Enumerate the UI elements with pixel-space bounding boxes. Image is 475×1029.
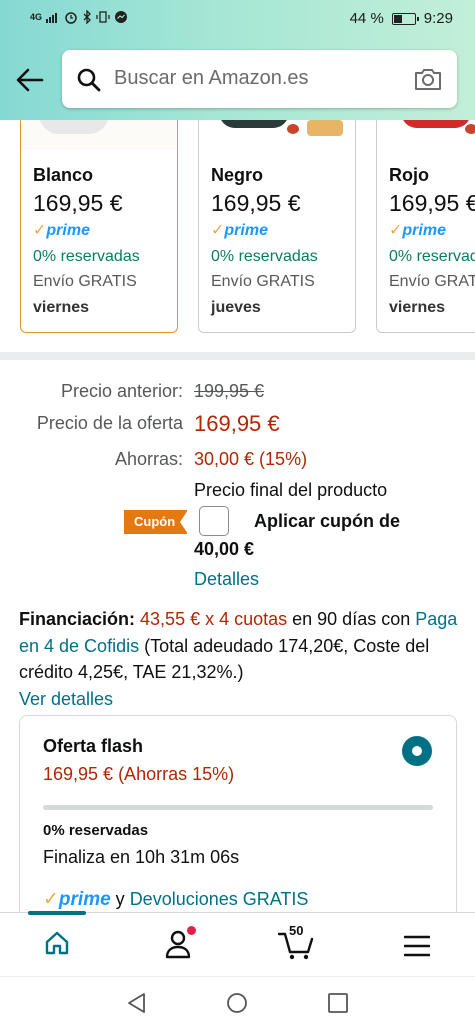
status-icons-right: 44 % 9:29	[350, 10, 453, 27]
offer-countdown: Finaliza en 10h 31m 06s	[43, 847, 240, 867]
battery-icon	[391, 12, 419, 25]
financing-info: Financiación: 43,55 € x 4 cuotas en 90 d…	[19, 606, 459, 712]
color-variant-carousel: Blanco 169,95 € ✓prime 0% reservadas Env…	[0, 120, 475, 345]
variant-delivery-day: viernes	[33, 299, 90, 316]
home-icon	[45, 931, 69, 955]
product-thumbnail	[21, 120, 177, 150]
nav-account[interactable]	[164, 926, 196, 964]
system-navigation-bar	[0, 976, 475, 1029]
search-input[interactable]: Buscar en Amazon.es	[114, 67, 309, 90]
system-home-icon[interactable]	[226, 992, 248, 1014]
status-icons-left: 4G	[30, 10, 128, 24]
battery-fill	[393, 14, 403, 23]
prime-check-icon: ✓	[389, 222, 403, 239]
prime-logo: ✓prime	[211, 222, 268, 239]
signal-label: 4G	[30, 12, 43, 22]
prime-returns-line: ✓prime y Devoluciones GRATIS	[43, 888, 308, 911]
variant-shipping: Envío GRATIS	[33, 273, 137, 290]
claimed-progress-bar	[43, 805, 433, 810]
status-bar: 4G 44 % 9:29	[0, 0, 475, 40]
notification-dot	[187, 926, 196, 935]
variant-claimed: 0% reservadas	[389, 248, 475, 265]
vibrate-icon	[96, 11, 110, 23]
nav-cart[interactable]: 50	[277, 923, 316, 966]
variant-claimed: 0% reservadas	[33, 248, 140, 265]
coupon-checkbox[interactable]	[199, 506, 229, 536]
hamburger-menu-icon	[403, 935, 431, 957]
variant-claimed: 0% reservadas	[211, 248, 318, 265]
variant-shipping: Envío GRATIS	[389, 273, 475, 290]
deal-price-value: 169,95 €	[194, 411, 280, 436]
claimed-percent-label: 0% reservadas	[43, 822, 149, 839]
clock: 9:29	[423, 10, 453, 27]
search-icon	[77, 68, 101, 92]
prime-check-icon: ✓	[211, 222, 225, 239]
search-bar[interactable]: Buscar en Amazon.es	[62, 50, 457, 108]
variant-price: 169,95 €	[211, 190, 301, 216]
variant-price: 169,95 €	[33, 190, 123, 216]
cart-count: 50	[289, 923, 304, 938]
variant-delivery-day: viernes	[389, 299, 446, 316]
prime-logo: ✓prime	[33, 222, 90, 239]
financing-text: en 90 días con	[287, 609, 416, 629]
camera-icon[interactable]	[413, 66, 443, 92]
flash-offer-radio[interactable]	[402, 736, 432, 766]
variant-name: Negro	[211, 165, 264, 185]
prime-check-icon: ✓	[33, 222, 47, 239]
financing-amount: 43,55 € x 4 cuotas	[140, 609, 288, 629]
coupon-amount: 40,00 €	[194, 539, 255, 559]
active-tab-indicator	[28, 911, 86, 915]
apply-coupon-label: Aplicar cupón de	[254, 511, 401, 531]
product-thumbnail	[199, 120, 355, 150]
variant-name: Rojo	[389, 165, 429, 185]
financing-details-link[interactable]: Ver detalles	[19, 686, 459, 713]
nav-home[interactable]	[43, 929, 71, 962]
previous-price-label: Precio anterior:	[60, 381, 183, 401]
system-recents-icon[interactable]	[327, 992, 349, 1014]
prime-logo: ✓prime	[389, 222, 446, 239]
arrow-left-icon	[16, 68, 44, 92]
system-back-icon[interactable]	[126, 992, 148, 1014]
variant-price: 169,95 €	[389, 190, 475, 216]
savings-value: 30,00 € (15%)	[194, 449, 308, 469]
battery-percent: 44 %	[349, 10, 384, 27]
free-returns-link[interactable]: Devoluciones GRATIS	[130, 889, 309, 909]
back-button[interactable]	[14, 64, 46, 96]
prime-check-icon: ✓	[43, 889, 59, 910]
variant-name: Blanco	[33, 165, 94, 185]
financing-label: Financiación:	[19, 609, 136, 629]
previous-price-value: 199,95 €	[194, 381, 265, 401]
coupon-badge: Cupón	[124, 510, 198, 534]
app-header: 4G 44 % 9:29 Buscar en Amazon.es	[0, 0, 475, 120]
bluetooth-icon	[83, 10, 91, 24]
signal-icon	[46, 13, 58, 23]
variant-card-rojo[interactable]: Rojo 169,95 € ✓prime 0% reservadas Envío…	[376, 120, 475, 333]
deal-price-label: Precio de la oferta	[36, 413, 183, 433]
variant-delivery-day: jueves	[211, 299, 261, 316]
variant-shipping: Envío GRATIS	[211, 273, 315, 290]
product-thumbnail	[377, 120, 475, 150]
flash-offer-title: Oferta flash	[43, 736, 144, 756]
section-divider	[0, 352, 475, 360]
flash-offer-price: 169,95 € (Ahorras 15%)	[43, 764, 235, 784]
coupon-details-link[interactable]: Detalles	[194, 569, 259, 590]
savings-label: Ahorras:	[114, 449, 183, 469]
alarm-icon	[65, 12, 77, 24]
variant-card-blanco[interactable]: Blanco 169,95 € ✓prime 0% reservadas Env…	[20, 120, 178, 333]
prime-logo: ✓prime	[43, 889, 111, 910]
variant-card-negro[interactable]: Negro 169,95 € ✓prime 0% reservadas Enví…	[198, 120, 356, 333]
bottom-navigation: 50	[0, 911, 475, 976]
connector-text: y	[110, 889, 130, 909]
messenger-icon	[115, 11, 128, 23]
nav-menu[interactable]	[403, 935, 431, 962]
final-price-note: Precio final del producto	[194, 480, 388, 500]
